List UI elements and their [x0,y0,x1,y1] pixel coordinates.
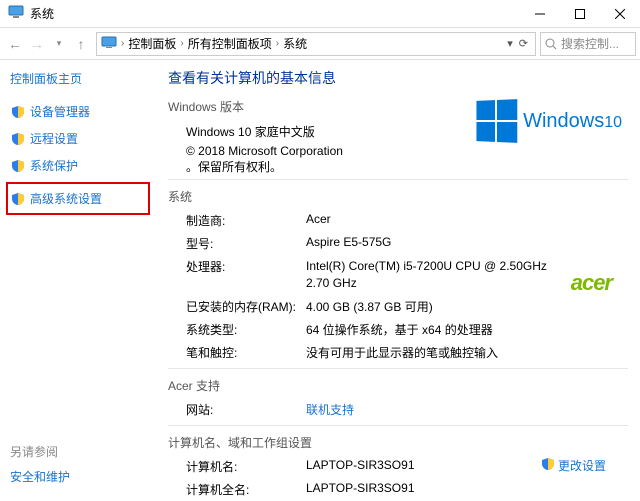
model-label: 型号: [186,235,306,252]
sidebar-item-device-manager[interactable]: 设备管理器 [10,101,146,122]
fullname-value: LAPTOP-SIR3SO91 [306,481,628,498]
model-value: Aspire E5-575G [306,235,628,252]
shield-icon [10,191,26,207]
section-support: Acer 支持 [168,377,628,394]
rights-text: 。保留所有权利。 [186,160,282,174]
chevron-right-icon: › [121,38,124,49]
chevron-right-icon: › [180,38,183,49]
shield-icon [10,131,26,147]
history-dropdown-icon[interactable]: ▾ [507,37,513,50]
type-label: 系统类型: [186,321,306,338]
type-value: 64 位操作系统，基于 x64 的处理器 [306,321,628,338]
back-button[interactable]: ← [4,33,26,55]
sidebar: 控制面板主页 设备管理器 远程设置 系统保护 高级系统设置 另请参阅 安全和维护 [0,60,156,501]
pen-value: 没有可用于此显示器的笔或触控输入 [306,344,628,361]
website-label: 网站: [186,401,306,418]
ram-value: 4.00 GB (3.87 GB 可用) [306,298,628,315]
sidebar-item-label: 设备管理器 [30,103,90,120]
pcname-label: 计算机名: [186,458,306,475]
search-placeholder: 搜索控制... [561,35,619,52]
system-icon [8,4,24,23]
shield-icon [10,158,26,174]
crumb-all-items[interactable]: 所有控制面板项 [188,35,272,52]
sidebar-item-advanced-settings[interactable]: 高级系统设置 [10,188,146,209]
crumb-control-panel[interactable]: 控制面板 [128,35,176,52]
control-panel-home-link[interactable]: 控制面板主页 [10,70,146,87]
search-icon [545,38,557,50]
fullname-label: 计算机全名: [186,481,306,498]
address-bar: ← → ▾ ↑ › 控制面板 › 所有控制面板项 › 系统 ▾ ⟳ 搜索控制..… [0,28,640,60]
recent-dropdown[interactable]: ▾ [48,33,70,55]
up-button[interactable]: ↑ [70,33,92,55]
change-settings-link[interactable]: 更改设置 [541,457,606,474]
see-also-label: 另请参阅 [10,443,70,460]
close-button[interactable] [600,0,640,28]
logo-text-a: Windows [523,110,604,132]
highlight-box: 高级系统设置 [6,182,150,215]
logo-text-b: 10 [604,114,622,131]
page-heading: 查看有关计算机的基本信息 [168,68,628,88]
crumb-system[interactable]: 系统 [283,35,307,52]
content-panel: 查看有关计算机的基本信息 Windows10 Windows 版本 Window… [156,60,640,501]
sidebar-item-label: 系统保护 [30,157,78,174]
processor-label: 处理器: [186,258,306,292]
sidebar-item-system-protection[interactable]: 系统保护 [10,155,146,176]
copyright-text: © 2018 Microsoft Corporation [186,144,343,158]
processor-value: Intel(R) Core(TM) i5-7200U CPU @ 2.50GHz… [306,258,556,292]
section-naming: 计算机名、域和工作组设置 [168,434,628,451]
sidebar-item-label: 高级系统设置 [30,190,102,207]
minimize-button[interactable] [520,0,560,28]
windows-flag-icon [477,99,518,143]
shield-icon [541,457,555,474]
chevron-right-icon: › [276,38,279,49]
shield-icon [10,104,26,120]
sidebar-item-label: 远程设置 [30,130,78,147]
support-link[interactable]: 联机支持 [306,403,354,417]
manufacturer-label: 制造商: [186,212,306,229]
search-input[interactable]: 搜索控制... [540,32,636,56]
forward-button[interactable]: → [26,33,48,55]
change-settings-label: 更改设置 [558,457,606,474]
section-system: 系统 [168,188,628,205]
manufacturer-value: Acer [306,212,628,229]
oem-logo: acer [571,270,612,296]
ram-label: 已安装的内存(RAM): [186,298,306,315]
window-titlebar: 系统 [0,0,640,28]
breadcrumb-box[interactable]: › 控制面板 › 所有控制面板项 › 系统 ▾ ⟳ [96,32,536,56]
pen-label: 笔和触控: [186,344,306,361]
maximize-button[interactable] [560,0,600,28]
sidebar-item-remote-settings[interactable]: 远程设置 [10,128,146,149]
refresh-icon[interactable]: ⟳ [519,37,528,50]
folder-icon [101,35,117,52]
window-title: 系统 [30,5,54,22]
security-maintenance-link[interactable]: 安全和维护 [10,470,70,484]
windows-logo: Windows10 [475,100,622,142]
